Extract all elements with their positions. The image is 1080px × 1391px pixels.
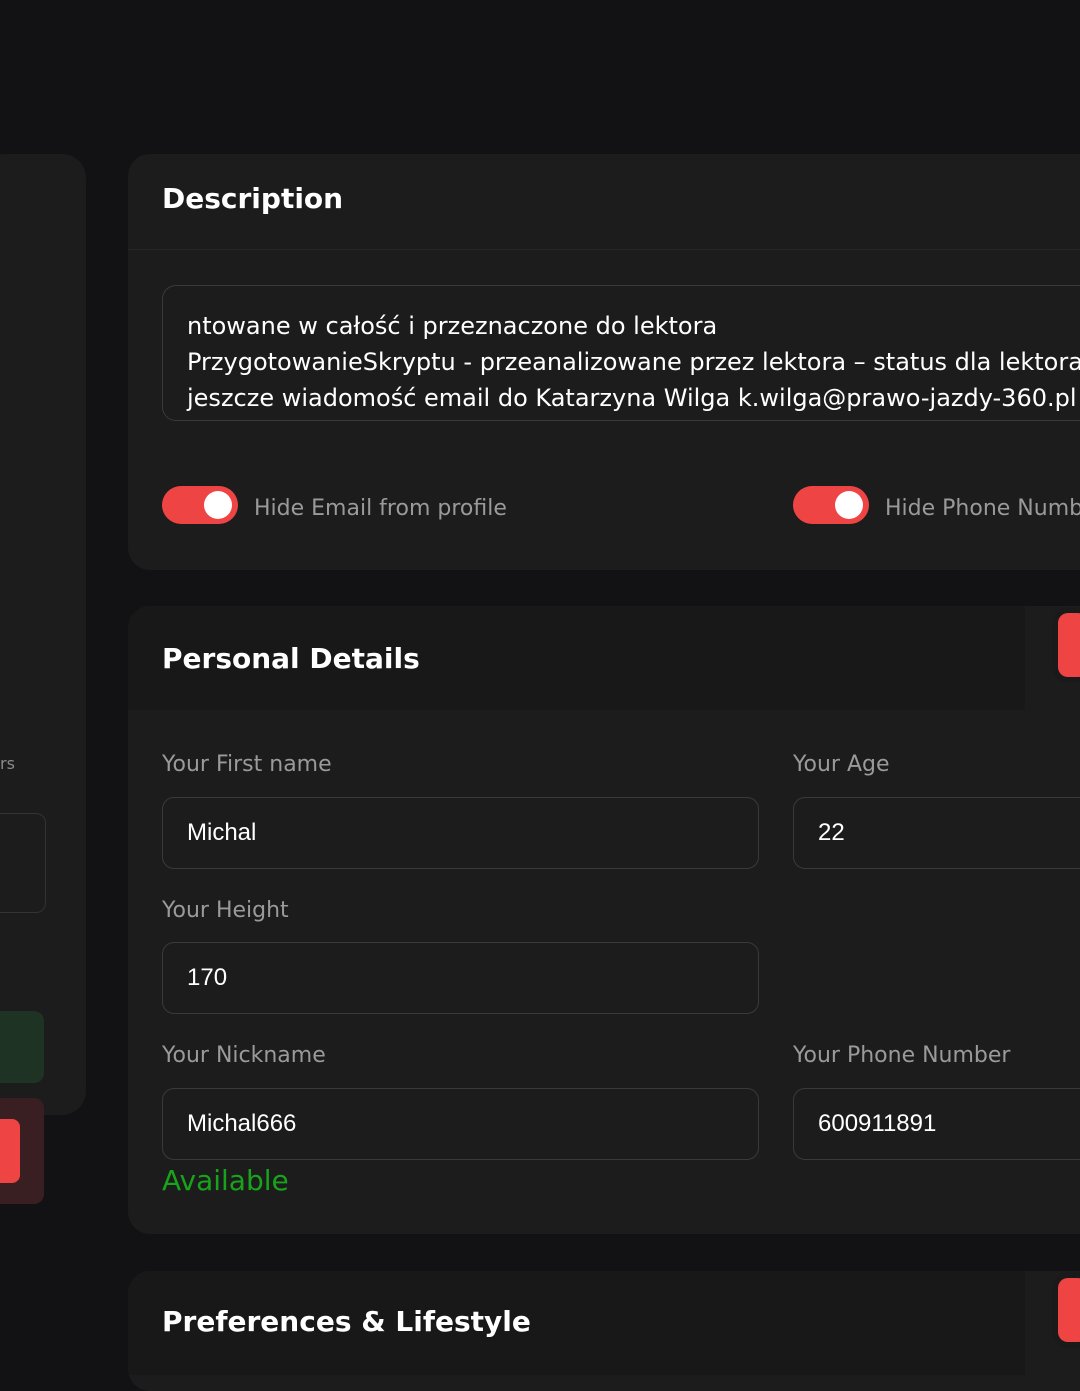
personal-details-header: Personal Details [128, 606, 1025, 710]
description-textarea[interactable]: ntowane w całość i przeznaczone do lekto… [162, 285, 1080, 421]
age-input[interactable] [793, 797, 1080, 869]
personal-details-card: Personal Details Your First name Your Ag… [128, 606, 1080, 1234]
description-line: PrzygotowanieSkryptu - przeanalizowane p… [187, 348, 1080, 376]
preferences-card: Preferences & Lifestyle [128, 1271, 1080, 1391]
first-name-input[interactable] [162, 797, 759, 869]
left-panel-partial-text: rs [0, 754, 15, 773]
left-panel-red-container [0, 1098, 44, 1204]
description-line: jeszcze wiadomość email do Katarzyna Wil… [187, 384, 1077, 412]
age-label: Your Age [793, 752, 890, 777]
toggle-knob [204, 491, 232, 519]
hide-email-toggle[interactable] [162, 486, 238, 524]
preferences-action-button[interactable] [1058, 1278, 1080, 1342]
personal-details-title: Personal Details [162, 642, 420, 675]
description-line: ntowane w całość i przeznaczone do lekto… [187, 312, 718, 340]
left-panel-red-button[interactable] [0, 1119, 20, 1183]
hide-email-label: Hide Email from profile [254, 496, 507, 521]
hide-phone-label: Hide Phone Numb [885, 496, 1080, 521]
description-title: Description [162, 182, 344, 215]
left-panel-box[interactable] [0, 813, 46, 913]
phone-input[interactable] [793, 1088, 1080, 1160]
left-panel: rs [0, 154, 86, 1204]
height-label: Your Height [162, 898, 289, 923]
description-header: Description [128, 154, 1080, 250]
phone-label: Your Phone Number [793, 1043, 1011, 1068]
nickname-input[interactable] [162, 1088, 759, 1160]
personal-details-action-button[interactable] [1058, 613, 1080, 677]
hide-phone-toggle[interactable] [793, 486, 869, 524]
preferences-title: Preferences & Lifestyle [162, 1305, 531, 1338]
nickname-availability: Available [162, 1164, 289, 1197]
preferences-header: Preferences & Lifestyle [128, 1271, 1025, 1375]
height-input[interactable] [162, 942, 759, 1014]
toggle-knob [835, 491, 863, 519]
left-panel-green-button[interactable] [0, 1011, 44, 1083]
first-name-label: Your First name [162, 752, 332, 777]
description-card: Description ntowane w całość i przeznacz… [128, 154, 1080, 570]
nickname-label: Your Nickname [162, 1043, 326, 1068]
